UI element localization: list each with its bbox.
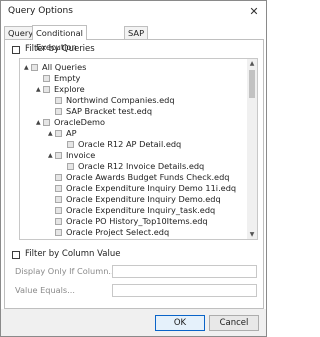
conditional-execution-panel: Filter by Queries ▲All QueriesEmpty▲Expl… xyxy=(4,39,264,309)
tree-node-label: Northwind Companies.edq xyxy=(66,95,175,105)
tree-node[interactable]: Oracle Awards Budget Funds Check.edq xyxy=(48,172,230,183)
tree-node-label: Oracle R12 Invoice Details.edq xyxy=(78,161,205,171)
tree-node[interactable]: Oracle Expenditure Inquiry_task.edq xyxy=(48,205,215,216)
title-bar: Query Options ✕ xyxy=(1,1,266,23)
dialog-title: Query Options xyxy=(8,6,73,16)
tab-conditional-execution[interactable]: Conditional Execution xyxy=(32,25,87,52)
tree-node-checkbox[interactable] xyxy=(55,185,62,192)
tree-node-label: Oracle Expenditure Inquiry Demo.edq xyxy=(66,194,221,204)
filter-by-column-checkbox[interactable] xyxy=(12,251,20,259)
tree-node-label: Oracle Expenditure Inquiry Demo 11i.edq xyxy=(66,183,237,193)
tree-node[interactable]: Oracle Expenditure Inquiry Demo 11i.edq xyxy=(48,183,236,194)
scroll-up-icon[interactable]: ▲ xyxy=(247,59,257,68)
collapse-triangle-icon[interactable]: ▲ xyxy=(24,62,31,73)
tree-node-checkbox[interactable] xyxy=(55,97,62,104)
display-only-label: Display Only If Column... xyxy=(15,266,117,276)
tree-node[interactable]: Oracle PO History_Top10Items.edq xyxy=(48,216,208,227)
tree-node[interactable]: ▲ Explore xyxy=(36,84,85,95)
cancel-button[interactable]: Cancel xyxy=(209,315,259,331)
tree-node[interactable]: SAP Bracket test.edq xyxy=(48,106,152,117)
tree-node[interactable]: Oracle R12 AP Detail.edq xyxy=(60,139,181,150)
collapse-triangle-icon[interactable]: ▲ xyxy=(48,128,55,139)
collapse-triangle-icon[interactable]: ▲ xyxy=(36,84,43,95)
tree-scrollbar[interactable]: ▲ ▼ xyxy=(247,59,257,239)
tree-node[interactable]: Oracle Project Select.edq xyxy=(48,227,169,238)
tree-node-checkbox[interactable] xyxy=(67,141,74,148)
tree-node-checkbox[interactable] xyxy=(31,64,38,71)
tree-node-label: Oracle Awards Budget Funds Check.edq xyxy=(66,172,230,182)
tree-node[interactable]: ▲ AP xyxy=(48,128,77,139)
tree-node-checkbox[interactable] xyxy=(43,86,50,93)
tree-node-label: OracleDemo xyxy=(54,117,105,127)
tree-node[interactable]: Northwind Companies.edq xyxy=(48,95,175,106)
dialog-footer: OK Cancel xyxy=(1,309,266,336)
tree-node-checkbox[interactable] xyxy=(55,130,62,137)
display-only-field[interactable] xyxy=(112,265,257,278)
collapse-triangle-icon[interactable]: ▲ xyxy=(48,150,55,161)
ok-button[interactable]: OK xyxy=(155,315,205,331)
queries-tree[interactable]: ▲ All Queries Empty ▲ Explore Northwind Compa… xyxy=(19,58,258,240)
tree-node-label: AP xyxy=(66,128,77,138)
tree-node[interactable]: ▲ OracleDemo xyxy=(36,117,105,128)
filter-by-column-label: Filter by Column Value xyxy=(25,249,121,259)
scroll-thumb[interactable] xyxy=(249,70,255,98)
tree-node-label: Explore xyxy=(54,84,85,94)
tree-node-checkbox[interactable] xyxy=(55,229,62,236)
tree-node-checkbox[interactable] xyxy=(67,163,74,170)
close-icon[interactable]: ✕ xyxy=(246,4,262,20)
tree-node-checkbox[interactable] xyxy=(55,108,62,115)
tree-node[interactable]: ▲ Invoice xyxy=(48,150,95,161)
tree-node-label: Oracle R12 AP Detail.edq xyxy=(78,139,182,149)
tree-node-checkbox[interactable] xyxy=(43,119,50,126)
tree-node[interactable]: Empty xyxy=(36,73,80,84)
tree-node-label: Empty xyxy=(54,73,81,83)
tree-node-label: Oracle Expenditure Inquiry_task.edq xyxy=(66,205,216,215)
value-equals-label: Value Equals... xyxy=(15,285,76,295)
tree-node-label: Oracle PO History_Top10Items.edq xyxy=(66,216,208,226)
tree-node-label: SAP Bracket test.edq xyxy=(66,106,153,116)
tree-node[interactable]: Oracle R12 Invoice Details.edq xyxy=(60,161,204,172)
tree-node-label: Invoice xyxy=(66,150,96,160)
tree-node[interactable]: Oracle Expenditure Inquiry Demo.edq xyxy=(48,194,221,205)
scroll-down-icon[interactable]: ▼ xyxy=(247,230,257,239)
tree-node-checkbox[interactable] xyxy=(55,174,62,181)
tree-node-checkbox[interactable] xyxy=(55,218,62,225)
tree-node-checkbox[interactable] xyxy=(43,75,50,82)
tree-node[interactable]: ▲ All Queries xyxy=(24,62,86,73)
value-equals-field[interactable] xyxy=(112,284,257,297)
tree-node-label: All Queries xyxy=(42,62,87,72)
tree-node-checkbox[interactable] xyxy=(55,152,62,159)
tree-node-label: Oracle Project Select.edq xyxy=(66,227,170,237)
tree-node-checkbox[interactable] xyxy=(55,207,62,214)
tree-node-checkbox[interactable] xyxy=(55,196,62,203)
query-options-dialog: Query Options ✕ Query Conditional Execut… xyxy=(0,0,267,337)
collapse-triangle-icon[interactable]: ▲ xyxy=(36,117,43,128)
tab-sap[interactable]: SAP xyxy=(124,26,149,39)
filter-by-queries-checkbox[interactable] xyxy=(12,46,20,54)
